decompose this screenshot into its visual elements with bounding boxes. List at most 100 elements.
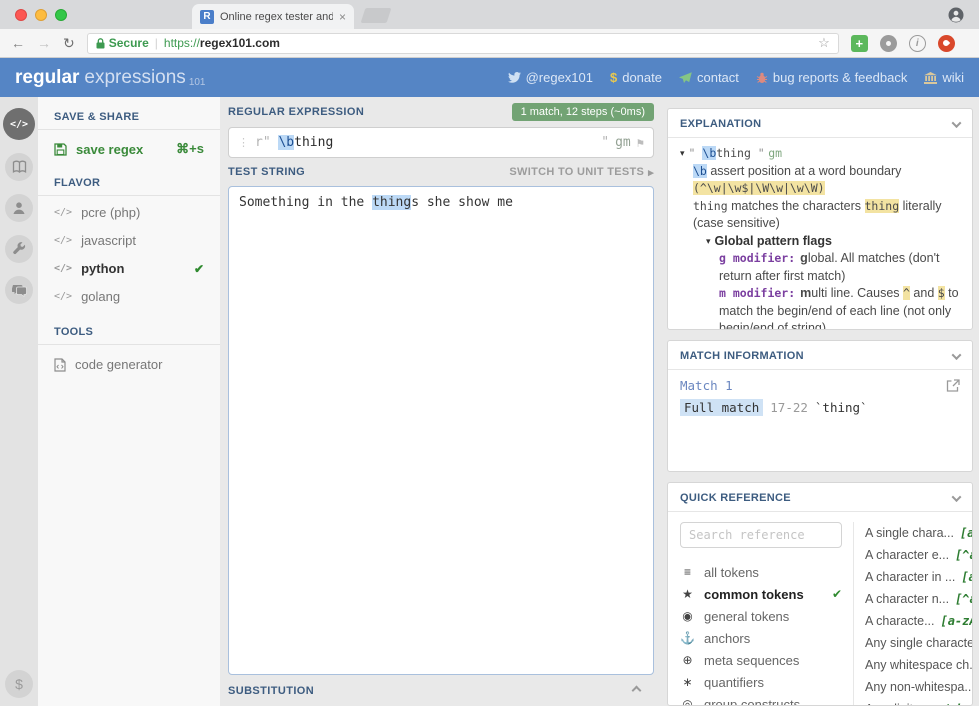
bug-icon: [756, 72, 768, 84]
extension-shield-icon[interactable]: [938, 35, 955, 52]
regex-input[interactable]: ⋮ r" \b thing " gm ⚑: [228, 127, 654, 158]
window-zoom-button[interactable]: [55, 9, 67, 21]
icon-rail: </> $: [0, 97, 38, 706]
category-general-tokens[interactable]: ◉general tokens: [680, 605, 842, 627]
category-anchors[interactable]: ⚓anchors: [680, 627, 842, 649]
tab-close-icon[interactable]: ×: [339, 10, 346, 24]
match-information-header[interactable]: MATCH INFORMATION: [668, 341, 972, 370]
regular-expression-title: REGULAR EXPRESSION: [228, 106, 364, 118]
export-matches-icon[interactable]: [946, 379, 960, 392]
save-icon: [54, 143, 67, 156]
chevron-down-icon[interactable]: [952, 350, 962, 360]
flavor-pcre[interactable]: </> pcre (php): [38, 196, 220, 224]
bug-reports-link[interactable]: bug reports & feedback: [756, 70, 907, 85]
code-icon: </>: [54, 207, 72, 218]
window-close-button[interactable]: [15, 9, 27, 21]
bookmark-star-icon[interactable]: ☆: [818, 35, 830, 51]
global-flags-line[interactable]: ▾Global pattern flags: [706, 233, 960, 251]
chevron-down-icon[interactable]: [952, 118, 962, 128]
switch-to-unit-tests-button[interactable]: SWITCH TO UNIT TESTS ▸: [509, 166, 654, 179]
regex-delimiter-close: ": [601, 135, 609, 150]
flag-icon[interactable]: ⚑: [637, 136, 644, 150]
triangle-icon[interactable]: ▾: [706, 236, 711, 246]
twitter-icon: [508, 72, 521, 83]
code-generator-item[interactable]: code generator: [38, 345, 220, 376]
dollar-icon: $: [610, 70, 617, 85]
twitter-link[interactable]: @regex101: [508, 70, 593, 85]
favicon: R: [200, 10, 214, 24]
brand-logo[interactable]: regular expressions 101: [15, 67, 206, 89]
category-common-tokens[interactable]: ★common tokens✔: [680, 583, 842, 605]
browser-profile-icon[interactable]: [948, 7, 964, 23]
explanation-header[interactable]: EXPLANATION: [668, 109, 972, 138]
quick-reference-header[interactable]: QUICK REFERENCE: [668, 483, 972, 512]
substitution-bar[interactable]: SUBSTITUTION: [228, 675, 654, 706]
new-tab-button[interactable]: [361, 8, 392, 23]
save-regex-button[interactable]: save regex ⌘+s: [38, 130, 220, 165]
regex-flags[interactable]: gm: [615, 135, 631, 150]
address-bar[interactable]: Secure | https://regex101.com ☆: [87, 33, 839, 54]
code-icon: </>: [54, 291, 72, 302]
regex-tester-rail-button[interactable]: </>: [3, 108, 35, 140]
category-all-tokens[interactable]: ≡all tokens: [680, 561, 842, 583]
wiki-link[interactable]: wiki: [924, 70, 964, 85]
donate-link[interactable]: $ donate: [610, 70, 662, 85]
asterisk-icon: ∗: [680, 675, 695, 689]
contact-link[interactable]: contact: [679, 70, 739, 85]
reference-categories: ≡all tokens ★common tokens✔ ◉general tok…: [680, 561, 842, 706]
regex-delimiter-open: r": [255, 135, 271, 150]
pattern-line[interactable]: ▾" \bthing " gm: [680, 145, 960, 163]
token-row[interactable]: A character n...[^a-z]: [865, 588, 960, 610]
library-rail-button[interactable]: [5, 153, 33, 181]
settings-rail-button[interactable]: [5, 235, 33, 263]
substitution-title: SUBSTITUTION: [228, 685, 314, 697]
secure-indicator[interactable]: Secure: [96, 36, 149, 50]
category-group-constructs[interactable]: ◎group constructs: [680, 693, 842, 706]
reload-button[interactable]: ↻: [63, 36, 75, 50]
browser-url-bar: ← → ↻ Secure | https://regex101.com ☆ + …: [0, 29, 979, 58]
extension-add-icon[interactable]: +: [851, 35, 868, 52]
flavor-javascript[interactable]: </> javascript: [38, 224, 220, 252]
chevron-down-icon[interactable]: [952, 492, 962, 502]
match-information-panel: MATCH INFORMATION Match 1 Full match 17-…: [667, 340, 973, 472]
category-meta-sequences[interactable]: ⊕meta sequences: [680, 649, 842, 671]
forward-button[interactable]: →: [37, 36, 51, 50]
token-row[interactable]: A single chara...[abc]: [865, 522, 960, 544]
test-string-input[interactable]: Something in the things she show me: [228, 186, 654, 675]
arrow-right-icon: ▸: [648, 166, 654, 179]
paper-plane-icon: [679, 72, 692, 84]
browser-tab[interactable]: R Online regex tester and debug ×: [192, 4, 354, 29]
stack-icon: ≡: [680, 565, 695, 579]
token-row[interactable]: A character in ...[a-z]: [865, 566, 960, 588]
back-button[interactable]: ←: [11, 36, 25, 50]
token-row[interactable]: A character e...[^abc]: [865, 544, 960, 566]
extension-info-icon[interactable]: i: [909, 35, 926, 52]
chevron-up-icon[interactable]: [632, 686, 642, 696]
extension-reel-icon[interactable]: [880, 35, 897, 52]
regex-token-literal: thing: [294, 135, 333, 150]
sponsor-rail-button[interactable]: $: [5, 670, 33, 698]
boundary-explanation: \b assert position at a word boundary (^…: [693, 163, 960, 198]
quick-reference-body: ≡all tokens ★common tokens✔ ◉general tok…: [668, 512, 972, 706]
account-rail-button[interactable]: [5, 194, 33, 222]
match-range: 17-22: [770, 400, 808, 415]
triangle-icon[interactable]: ▾: [680, 148, 685, 158]
code-icon: </>: [54, 263, 72, 274]
sidebar: SAVE & SHARE save regex ⌘+s FLAVOR </> p…: [38, 97, 220, 706]
flavor-golang[interactable]: </> golang: [38, 280, 220, 308]
reference-search-input[interactable]: [680, 522, 842, 548]
token-row[interactable]: A characte...[a-zA-Z]: [865, 610, 960, 632]
test-string-title: TEST STRING: [228, 166, 305, 178]
category-quantifiers[interactable]: ∗quantifiers: [680, 671, 842, 693]
full-match-row[interactable]: Full match 17-22 `thing`: [680, 399, 960, 416]
window-minimize-button[interactable]: [35, 9, 47, 21]
token-row[interactable]: Any single character.: [865, 632, 960, 654]
drag-handle-icon[interactable]: ⋮: [238, 136, 248, 149]
token-row[interactable]: Any non-whitespa...\S: [865, 676, 960, 698]
token-row[interactable]: Any whitespace ch...\s: [865, 654, 960, 676]
feedback-rail-button[interactable]: [5, 276, 33, 304]
token-row[interactable]: Any digit\d: [865, 698, 960, 706]
save-share-section-title: SAVE & SHARE: [38, 99, 220, 130]
browser-tab-strip: R Online regex tester and debug ×: [0, 0, 979, 29]
flavor-python[interactable]: </> python ✔: [38, 252, 220, 280]
